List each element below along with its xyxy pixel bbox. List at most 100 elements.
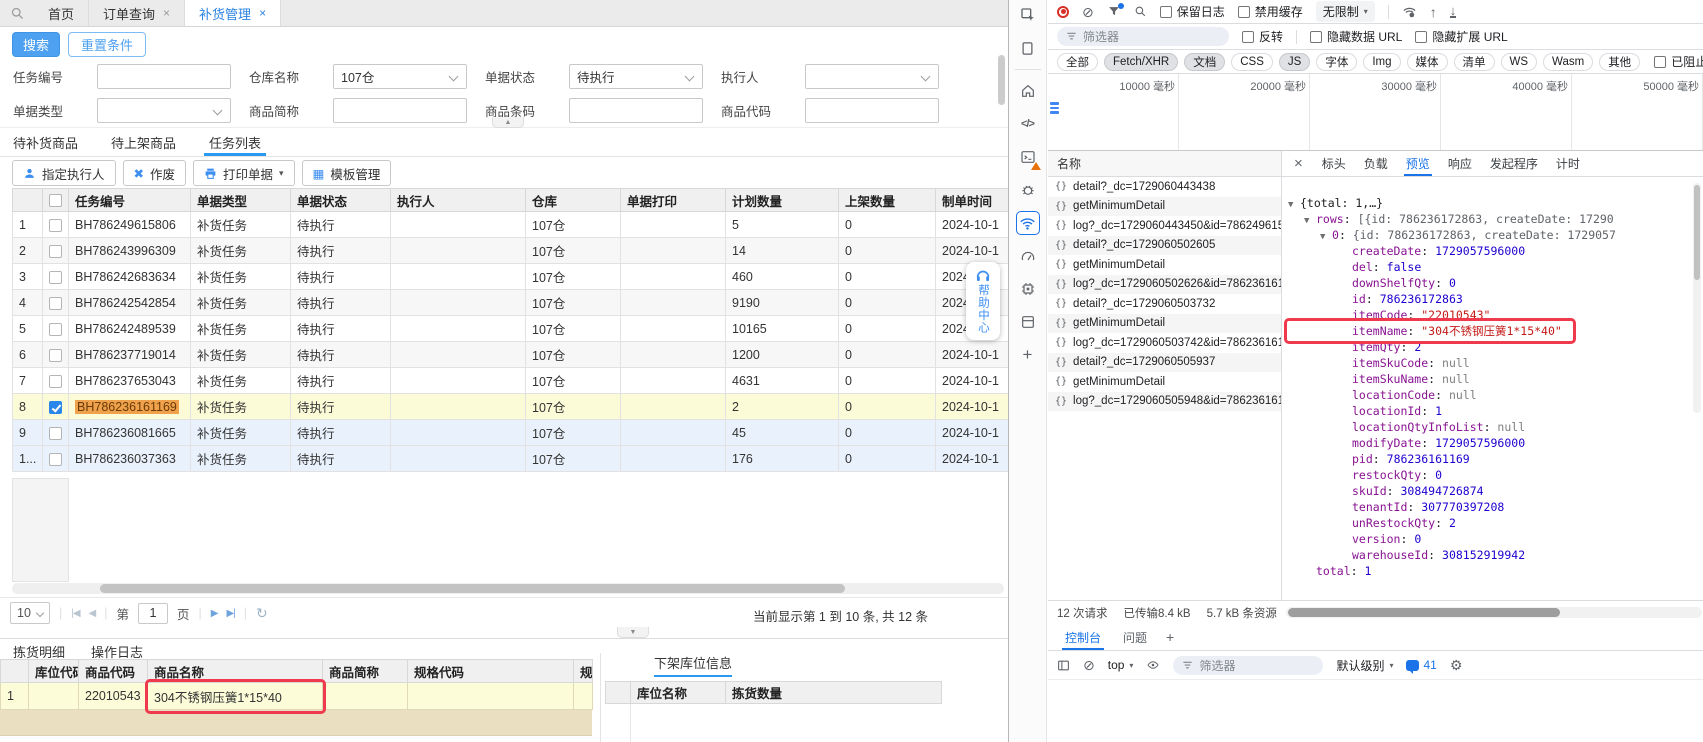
expand-arrow-icon[interactable]: ▼ bbox=[1320, 229, 1332, 245]
drawer-tab[interactable]: 问题 bbox=[1112, 624, 1158, 650]
request-row[interactable]: {} getMinimumDetail bbox=[1048, 372, 1281, 392]
task-row[interactable]: 8 BH786236161169 补货任务 待执行 107仓 2 0 2024-… bbox=[13, 394, 1009, 420]
row-checkbox[interactable] bbox=[49, 349, 62, 362]
help-center-button[interactable]: 帮助中心 bbox=[966, 262, 1000, 340]
json-line[interactable]: total: 1 bbox=[1282, 563, 1703, 579]
log-level-select[interactable]: 默认级别 ▾ bbox=[1336, 657, 1393, 674]
device-emulation-icon[interactable] bbox=[1016, 36, 1040, 60]
add-tool-icon[interactable]: + bbox=[1016, 343, 1040, 367]
json-line[interactable]: del: false bbox=[1282, 259, 1703, 275]
request-row[interactable]: {} log?_dc=1729060443450&id=786249615806 bbox=[1048, 216, 1281, 236]
shelf-panel-tab[interactable]: 下架库位信息 bbox=[654, 653, 732, 677]
memory-tool-icon[interactable] bbox=[1016, 277, 1040, 301]
task-row[interactable]: 4 BH786242542854 补货任务 待执行 107仓 9190 0 20… bbox=[13, 290, 1009, 316]
task-row[interactable]: 7 BH786237653043 补货任务 待执行 107仓 4631 0 20… bbox=[13, 368, 1009, 394]
home-tool-icon[interactable] bbox=[1016, 79, 1040, 103]
filter-control[interactable]: 107仓 bbox=[333, 64, 467, 89]
console-tool-icon[interactable] bbox=[1016, 145, 1040, 169]
json-line[interactable]: restockQty: 0 bbox=[1282, 467, 1703, 483]
hide-extension-urls-toggle[interactable]: 隐藏扩展 URL bbox=[1415, 28, 1507, 45]
add-drawer-tab-icon[interactable]: + bbox=[1158, 629, 1182, 645]
task-row[interactable]: 1... BH786236037363 补货任务 待执行 107仓 176 0 … bbox=[13, 446, 1009, 472]
section-tab[interactable]: 待补货商品 bbox=[13, 129, 78, 156]
column-header[interactable]: 单据状态 bbox=[291, 189, 391, 212]
request-row[interactable]: {} log?_dc=1729060505948&id=786236161169 bbox=[1048, 392, 1281, 412]
assign-executor-button[interactable]: 指定执行人 bbox=[12, 160, 116, 186]
request-row[interactable]: {} detail?_dc=1729060503732 bbox=[1048, 294, 1281, 314]
app-tab[interactable]: 首页 × bbox=[34, 0, 89, 26]
record-icon[interactable] bbox=[1057, 6, 1069, 18]
json-line[interactable]: downShelfQty: 0 bbox=[1282, 275, 1703, 291]
checkbox[interactable] bbox=[1160, 6, 1172, 18]
last-page-button[interactable]: ▶| bbox=[226, 608, 234, 619]
row-checkbox[interactable] bbox=[49, 323, 62, 336]
refresh-icon[interactable]: ↻ bbox=[256, 605, 268, 622]
json-line[interactable]: unRestockQty: 2 bbox=[1282, 515, 1703, 531]
expand-arrow-icon[interactable]: ▼ bbox=[1304, 213, 1316, 229]
row-checkbox[interactable] bbox=[49, 297, 62, 310]
network-overview-timeline[interactable]: 10000 毫秒 20000 毫秒 30000 毫秒 40000 毫秒 5000… bbox=[1048, 74, 1703, 151]
context-selector[interactable]: top ▾ bbox=[1108, 658, 1134, 672]
filter-chip[interactable]: 字体 bbox=[1316, 53, 1357, 71]
row-checkbox[interactable] bbox=[49, 427, 62, 440]
app-tab[interactable]: 补货管理 × bbox=[185, 0, 281, 26]
filter-control[interactable]: 待执行 bbox=[569, 64, 703, 89]
detail-row[interactable]: 1 22010543 304不锈钢压簧1*15*40 bbox=[1, 683, 593, 710]
column-header[interactable]: 上架数量 bbox=[839, 189, 936, 212]
task-row[interactable]: 2 BH786243996309 补货任务 待执行 107仓 14 0 2024… bbox=[13, 238, 1009, 264]
console-sidebar-icon[interactable] bbox=[1057, 659, 1070, 672]
detail-tab[interactable]: 标头 bbox=[1313, 151, 1355, 176]
filter-chip[interactable]: 媒体 bbox=[1407, 53, 1448, 71]
cancel-task-button[interactable]: ✖ 作废 bbox=[123, 160, 187, 186]
search-button[interactable]: 搜索 bbox=[12, 32, 60, 57]
page-size-select[interactable]: 10 bbox=[10, 602, 50, 624]
elements-tool-icon[interactable]: </> bbox=[1016, 112, 1040, 136]
task-row[interactable]: 6 BH786237719014 补货任务 待执行 107仓 1200 0 20… bbox=[13, 342, 1009, 368]
close-icon[interactable]: × bbox=[1284, 155, 1313, 172]
first-page-button[interactable]: |◀ bbox=[71, 608, 79, 619]
search-icon[interactable] bbox=[0, 0, 34, 26]
filter-chip[interactable]: CSS bbox=[1231, 53, 1273, 71]
preview-horizontal-scrollbar[interactable] bbox=[1286, 607, 1702, 618]
json-line[interactable]: locationQtyInfoList: null bbox=[1282, 419, 1703, 435]
request-row[interactable]: {} getMinimumDetail bbox=[1048, 255, 1281, 275]
json-line[interactable]: id: 786236172863 bbox=[1282, 291, 1703, 307]
request-row[interactable]: {} getMinimumDetail bbox=[1048, 314, 1281, 334]
checkbox[interactable] bbox=[1238, 6, 1250, 18]
checkbox[interactable] bbox=[1310, 31, 1322, 43]
request-row[interactable]: {} detail?_dc=1729060443438 bbox=[1048, 177, 1281, 197]
column-header[interactable]: 执行人 bbox=[391, 189, 526, 212]
select-all-checkbox[interactable] bbox=[49, 194, 62, 207]
filter-chip[interactable]: 其他 bbox=[1599, 53, 1640, 71]
detail-tab[interactable]: 发起程序 bbox=[1481, 151, 1547, 176]
network-tool-icon[interactable] bbox=[1016, 211, 1040, 235]
row-checkbox[interactable] bbox=[49, 401, 62, 414]
clear-console-icon[interactable]: ⊘ bbox=[1083, 658, 1095, 672]
filter-chip[interactable]: 文档 bbox=[1184, 53, 1225, 71]
console-message-count[interactable]: 41 bbox=[1406, 658, 1436, 672]
close-icon[interactable]: × bbox=[259, 6, 266, 20]
filter-control[interactable] bbox=[805, 98, 939, 123]
json-line[interactable]: itemSkuCode: null bbox=[1282, 355, 1703, 371]
row-checkbox[interactable] bbox=[49, 375, 62, 388]
row-checkbox[interactable] bbox=[49, 245, 62, 258]
filter-control[interactable] bbox=[97, 64, 231, 89]
expand-arrow-icon[interactable]: ▼ bbox=[1288, 197, 1300, 213]
filter-chip[interactable]: Wasm bbox=[1543, 53, 1593, 71]
console-filter-input[interactable]: 筛选器 bbox=[1173, 656, 1323, 675]
json-line[interactable]: ▼{total: 1,…} bbox=[1282, 195, 1703, 211]
filter-chip[interactable]: Img bbox=[1363, 53, 1400, 71]
filter-funnel-icon[interactable] bbox=[1107, 5, 1121, 18]
filter-input[interactable]: 筛选器 bbox=[1057, 27, 1229, 46]
clear-icon[interactable]: ⊘ bbox=[1082, 5, 1094, 19]
row-checkbox[interactable] bbox=[49, 271, 62, 284]
json-line[interactable]: pid: 786236161169 bbox=[1282, 451, 1703, 467]
checkbox[interactable] bbox=[1242, 31, 1254, 43]
row-checkbox[interactable] bbox=[49, 453, 62, 466]
blocked-cookies-toggle[interactable]: 已阻止的响应 Cookie bbox=[1654, 53, 1703, 70]
row-checkbox[interactable] bbox=[49, 219, 62, 232]
vertical-scrollbar[interactable] bbox=[998, 55, 1005, 105]
scrollbar-thumb[interactable] bbox=[100, 584, 845, 593]
request-row[interactable]: {} detail?_dc=1729060502605 bbox=[1048, 236, 1281, 256]
column-header[interactable]: 制单时间 bbox=[936, 189, 1009, 212]
